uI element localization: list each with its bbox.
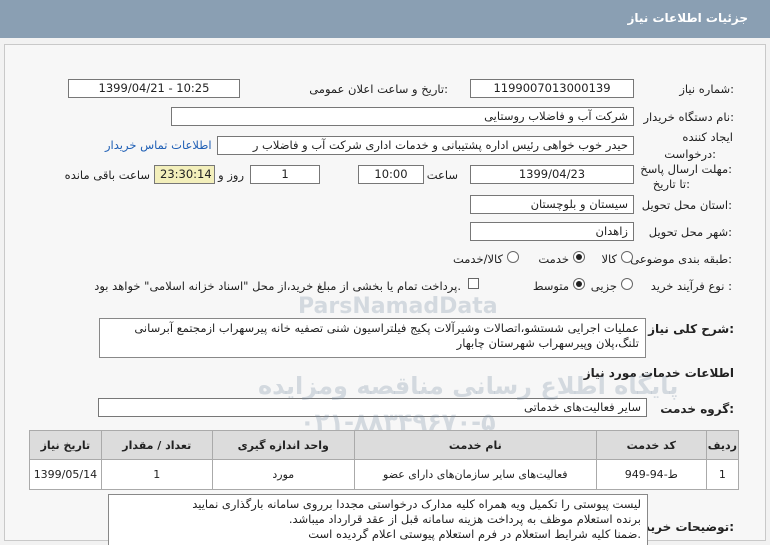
buyer-notes-textbox[interactable]: لیست پیوستی را تکمیل ویه همراه کلیه مدار… [108,494,648,545]
need-number-label: شماره نیاز: [679,82,734,96]
creator-label-line1: ایجاد کننده [682,130,733,144]
cell-row-number: 1 [705,459,740,490]
summary-label: شرح کلی نیاز: [648,322,734,336]
page-title: جزئیات اطلاعات نیاز [627,11,748,25]
deadline-date-field[interactable]: 1399/04/23 [470,165,634,184]
treasury-payment-checkbox[interactable] [468,278,479,289]
col-header-need-date: تاریخ نیاز [29,430,102,460]
purchase-type-medium-label: متوسط [532,279,569,293]
province-field[interactable]: سیستان و بلوچستان [470,195,634,214]
purchase-type-medium-radio[interactable] [573,278,585,290]
summary-line-2: تلنگ،پلان وپیرسهراب شهرستان چابهار [456,336,639,350]
category-label: طبقه بندی موضوعی: [630,252,732,266]
province-label: استان محل تحویل: [641,198,732,212]
col-header-unit: واحد اندازه گیری [211,430,355,460]
services-table-wrap: ردیف کد خدمت نام خدمت واحد اندازه گیری ت… [29,430,740,490]
services-section-title: اطلاعات خدمات مورد نیاز [583,366,734,380]
buyer-org-field[interactable]: شرکت آب و فاضلاب روستایی [171,107,634,126]
buyer-org-label: نام دستگاه خریدار: [643,110,734,124]
deadline-time-label: ساعت [426,168,458,182]
deadline-label-line1: مهلت ارسال پاسخ: [640,162,732,176]
deadline-label-line2: تا تاریخ: [652,177,690,191]
creator-label-line2: درخواست: [664,147,716,161]
days-remaining-field[interactable]: 1 [250,165,320,184]
col-header-service-code: کد خدمت [595,430,707,460]
treasury-payment-note: پرداخت تمام یا بخشی از مبلغ خرید،از محل … [94,279,461,293]
buyer-notes-line-2: برنده استعلام موظف به پرداخت هزینه سامان… [288,512,641,526]
cell-quantity: 1 [100,459,213,490]
need-number-field[interactable]: 1199007013000139 [470,79,634,98]
buyer-notes-line-1: لیست پیوستی را تکمیل ویه همراه کلیه مدار… [192,497,641,511]
summary-textbox[interactable]: عملیات اجرایی شستشو،اتصالات وشیرآلات پکی… [99,318,646,358]
col-header-quantity: تعداد / مقدار [100,430,213,460]
announce-datetime-label: تاریخ و ساعت اعلان عمومی: [309,82,448,96]
creator-field[interactable]: حیدر خوب خواهی رئیس اداره پشتیبانی و خدم… [217,136,634,155]
cell-service-code: ط-94-949 [595,459,707,490]
remaining-time-label: ساعت باقی مانده [64,168,150,182]
remaining-time-field: 23:30:14 [154,165,215,184]
buyer-contact-link[interactable]: اطلاعات تماس خریدار [105,138,212,152]
category-goods-label: کالا [601,252,617,266]
table-row[interactable]: 1 ط-94-949 فعالیت‌های سایر سازمان‌های دا… [29,459,740,490]
city-field[interactable]: زاهدان [470,222,634,241]
cell-need-date: 1399/05/14 [29,459,102,490]
service-group-label: گروه خدمت: [660,402,734,416]
purchase-type-minor-label: جزیی [590,279,617,293]
title-bar: جزئیات اطلاعات نیاز [0,0,770,38]
purchase-type-label: نوع فرآیند خرید : [650,279,732,293]
cell-unit: مورد [211,459,355,490]
city-label: شهر محل تحویل: [648,225,732,239]
col-header-service-name: نام خدمت [353,430,597,460]
table-header-row: ردیف کد خدمت نام خدمت واحد اندازه گیری ت… [29,430,740,460]
services-table: ردیف کد خدمت نام خدمت واحد اندازه گیری ت… [29,430,740,490]
deadline-time-field[interactable]: 10:00 [358,165,424,184]
cell-service-name: فعالیت‌های سایر سازمان‌های دارای عضو [353,459,597,490]
category-service-label: خدمت [538,252,569,266]
summary-line-1: عملیات اجرایی شستشو،اتصالات وشیرآلات پکی… [134,321,639,335]
buyer-notes-line-3: .ضمنا کلیه شرایط استعلام در فرم استعلام … [308,527,641,541]
purchase-type-minor-radio[interactable] [621,278,633,290]
category-goods-service-label: کالا/خدمت [452,252,503,266]
service-group-field[interactable]: سایر فعالیت‌های خدماتی [98,398,647,417]
col-header-row-number: ردیف [705,430,740,460]
category-service-radio[interactable] [573,251,585,263]
category-goods-radio[interactable] [621,251,633,263]
announce-datetime-field[interactable]: 1399/04/21 - 10:25 [68,79,240,98]
category-goods-service-radio[interactable] [507,251,519,263]
days-label: روز و [218,168,244,182]
